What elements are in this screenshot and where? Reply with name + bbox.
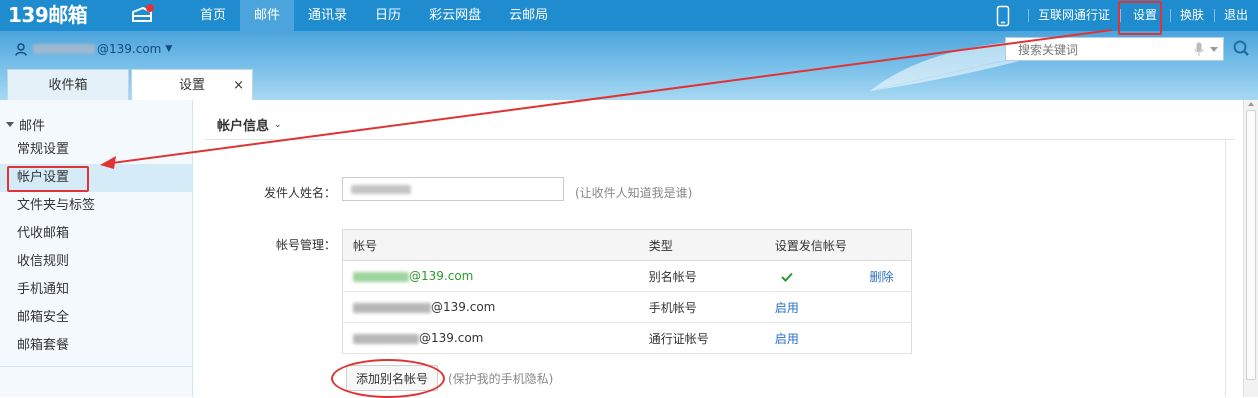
masked-sender-name [351, 185, 411, 194]
masked-account [353, 333, 419, 344]
action-cell [869, 322, 912, 354]
masked-account [353, 302, 431, 313]
sidebar-section-mail[interactable]: 邮件 [6, 115, 45, 134]
add-alias-highlight-ellipse [331, 359, 445, 398]
settings-highlight-box [1118, 1, 1162, 35]
content-border [1225, 140, 1226, 397]
change-skin-link[interactable]: 换肤 [1169, 0, 1214, 31]
enable-link[interactable]: 启用 [775, 332, 799, 346]
enable-link[interactable]: 启用 [775, 301, 799, 315]
tab-bar: 收件箱 设置 × [7, 69, 253, 100]
nav-contacts[interactable]: 通讯录 [294, 0, 361, 31]
sender-cell: 启用 [774, 291, 870, 323]
nav-mail[interactable]: 邮件 [240, 0, 295, 31]
user-email-suffix: @139.com [97, 42, 162, 56]
new-mail-icon[interactable] [130, 4, 156, 24]
search-icon[interactable] [1228, 37, 1256, 61]
sidebar-item-pop-mail[interactable]: 代收邮箱 [0, 220, 192, 248]
account-table: 帐号 类型 设置发信帐号 @139.com 别名帐号 删除 @139.com 手… [342, 229, 912, 354]
masked-account [353, 271, 409, 282]
chevron-down-icon[interactable]: ▼ [165, 44, 172, 54]
tab-settings[interactable]: 设置 × [131, 69, 253, 100]
logout-link[interactable]: 退出 [1213, 0, 1258, 31]
table-header-row: 帐号 类型 设置发信帐号 [342, 229, 912, 261]
account-cell: @139.com [342, 322, 649, 354]
user-icon [15, 42, 27, 56]
divider [205, 139, 1235, 140]
type-cell: 别名帐号 [648, 260, 775, 292]
scroll-up-icon[interactable] [1248, 102, 1254, 106]
close-icon[interactable]: × [233, 70, 244, 100]
scrollbar-thumb[interactable] [1246, 110, 1256, 380]
divider [0, 366, 192, 367]
sender-name-hint: (让收件人知道我是谁) [575, 186, 693, 200]
add-alias-hint: (保护我的手机隐私) [448, 372, 554, 386]
microphone-icon[interactable] [1194, 42, 1204, 57]
account-cell: @139.com [342, 260, 649, 292]
account-settings-highlight-box [7, 166, 89, 192]
section-title[interactable]: 帐户信息 ⌄ [217, 115, 282, 134]
user-account[interactable]: @139.com ▼ [15, 42, 172, 56]
tab-inbox-label: 收件箱 [48, 78, 88, 93]
chevron-down-icon: ⌄ [274, 119, 282, 130]
table-row: @139.com 别名帐号 删除 [342, 260, 912, 292]
col-account: 帐号 [342, 229, 649, 261]
account-suffix: @139.com [431, 300, 496, 314]
sender-cell: 启用 [774, 322, 870, 354]
sender-cell [774, 260, 870, 292]
account-settings-panel: 帐户信息 ⌄ 发件人姓名： (让收件人知道我是谁) 帐号管理： 帐号 类型 设置… [193, 100, 1258, 397]
sidebar-item-general[interactable]: 常规设置 [0, 136, 192, 164]
type-cell: 手机帐号 [648, 291, 775, 323]
vertical-scrollbar[interactable] [1243, 100, 1258, 397]
sidebar-item-package[interactable]: 邮箱套餐 [0, 332, 192, 360]
search-box [1005, 37, 1224, 61]
settings-sidebar: 邮件 常规设置 帐户设置 文件夹与标签 代收邮箱 收信规则 手机通知 邮箱安全 … [0, 100, 193, 397]
main-nav: 首页 邮件 通讯录 日历 彩云网盘 云邮局 [186, 0, 562, 31]
account-cell: @139.com [342, 291, 649, 323]
col-type: 类型 [648, 229, 775, 261]
sidebar-item-security[interactable]: 邮箱安全 [0, 304, 192, 332]
sidebar-item-sms-notify[interactable]: 手机通知 [0, 276, 192, 304]
nav-cloud-drive[interactable]: 彩云网盘 [415, 0, 495, 31]
table-row: @139.com 手机帐号 启用 [342, 291, 912, 323]
sidebar-section-label: 邮件 [19, 119, 46, 134]
logo[interactable]: 139邮箱 [8, 3, 88, 27]
tab-settings-label: 设置 [178, 78, 205, 93]
table-row: @139.com 通行证帐号 启用 [342, 322, 912, 354]
sender-name-label: 发件人姓名： [264, 186, 337, 200]
action-cell: 删除 [869, 260, 912, 292]
internet-pass-link[interactable]: 互联网通行证 [1027, 0, 1120, 31]
delete-link[interactable]: 删除 [869, 270, 893, 284]
sidebar-item-rules[interactable]: 收信规则 [0, 248, 192, 276]
nav-home[interactable]: 首页 [186, 0, 240, 31]
account-suffix: @139.com [419, 331, 484, 345]
masked-username [33, 44, 95, 54]
sidebar-item-folders-tags[interactable]: 文件夹与标签 [0, 192, 192, 220]
action-cell [869, 291, 912, 323]
section-title-text: 帐户信息 [217, 119, 270, 134]
account-management-label: 帐号管理： [276, 238, 337, 252]
check-icon [781, 272, 793, 282]
type-cell: 通行证帐号 [648, 322, 775, 354]
collapse-icon [6, 122, 14, 127]
nav-cloud-post[interactable]: 云邮局 [495, 0, 562, 31]
top-navigation-bar: 139邮箱 首页 邮件 通讯录 日历 彩云网盘 云邮局 互联网通行证 设置 换肤… [0, 0, 1258, 31]
sender-name-field[interactable] [342, 177, 564, 201]
account-suffix: @139.com [409, 269, 474, 283]
mobile-phone-icon[interactable] [996, 5, 1010, 27]
nav-calendar[interactable]: 日历 [361, 0, 415, 31]
col-sender: 设置发信帐号 [774, 229, 870, 261]
col-action [869, 229, 912, 261]
search-options-icon[interactable] [1210, 47, 1218, 52]
search-input[interactable] [1016, 41, 1180, 59]
tab-inbox[interactable]: 收件箱 [7, 69, 129, 100]
